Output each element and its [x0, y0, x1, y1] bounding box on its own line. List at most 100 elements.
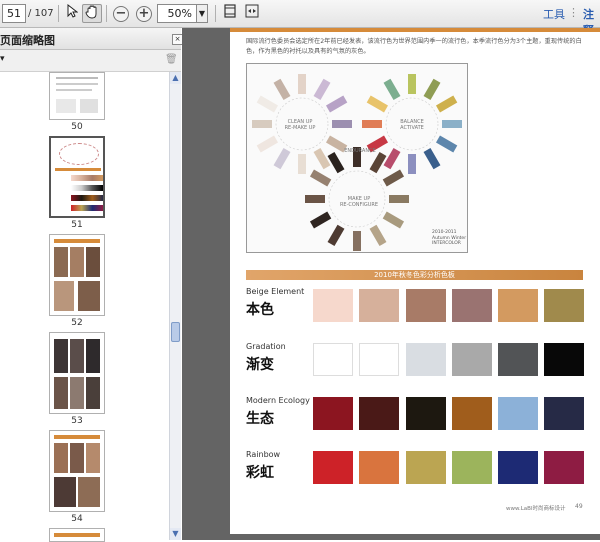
palette-name-zh: 本色: [246, 302, 274, 318]
page-total: / 107: [28, 8, 54, 19]
scroll-up-icon[interactable]: ▲: [170, 72, 181, 84]
section-title: 2010年秋冬色彩分析色板: [374, 271, 455, 279]
wheel-color-strip: [273, 147, 291, 170]
color-swatch: [406, 289, 446, 322]
trash-icon[interactable]: 🗑: [165, 54, 178, 65]
wheel-color-strip: [408, 154, 416, 174]
page-footer: www.LaBl时尚商标设计: [506, 506, 566, 512]
wheel-color-strip: [382, 169, 405, 187]
wheel-color-strip: [383, 147, 401, 170]
thumbnail-page[interactable]: [49, 332, 105, 414]
zoom-level-input[interactable]: 50%: [157, 4, 197, 23]
wheel-color-strip: [423, 78, 441, 101]
wheel-color-strip: [435, 95, 458, 113]
wheel-color-strip: [252, 120, 272, 128]
palette-name-en: Gradation: [246, 342, 286, 351]
thumbnail-scrollbar[interactable]: ▲ ▼: [169, 72, 181, 540]
thumbnail-label: 53: [71, 416, 83, 426]
color-swatch: [452, 343, 492, 376]
wheel-color-strip: [256, 135, 279, 153]
wheel-color-strip: [332, 120, 352, 128]
wheel-color-strip: [369, 151, 387, 174]
wheel-color-strip: [353, 231, 361, 251]
color-swatch: [452, 397, 492, 430]
color-swatch: [406, 343, 446, 376]
color-swatch: [498, 289, 538, 322]
color-swatch: [406, 397, 446, 430]
page-number-input[interactable]: 51: [2, 4, 26, 23]
fit-width-icon[interactable]: [242, 4, 262, 23]
palette-name-zh: 彩虹: [246, 465, 274, 481]
color-wheel-figure: CLEAN UP RE-MAKE UP BALANCE ACTIVATE END…: [246, 63, 468, 253]
wheel-color-strip: [389, 195, 409, 203]
palette-name-zh: 生态: [246, 411, 274, 427]
color-swatch: [452, 289, 492, 322]
document-page: 国际流行色委员会选定所在2年前已经发表，该流行色为世界范围内季一的流行色，本季流…: [230, 28, 600, 534]
thumbnail-label: 51: [71, 220, 83, 230]
wheel-color-strip: [309, 169, 332, 187]
color-swatch: [498, 343, 538, 376]
color-swatch: [313, 343, 353, 376]
zoom-dropdown-chevron-icon[interactable]: ▼: [197, 4, 208, 23]
wheel-color-strip: [408, 74, 416, 94]
toolbar-divider: [215, 5, 216, 22]
thumbnail-page-current[interactable]: [49, 136, 105, 218]
wheel-label-balance: BALANCE ACTIVATE: [400, 119, 424, 131]
wheel-color-strip: [383, 78, 401, 101]
toolbar-divider-dots: ⋮: [568, 6, 579, 19]
toolbar: 51 / 107 − + 50% ▼ 工具 ⋮ 注释: [0, 0, 600, 37]
color-swatch: [359, 451, 399, 484]
zoom-in-icon[interactable]: +: [136, 6, 152, 22]
scroll-down-icon[interactable]: ▼: [170, 528, 181, 540]
color-swatch: [544, 397, 584, 430]
wheel-color-strip: [442, 120, 462, 128]
toolbar-divider: [106, 5, 107, 22]
palette-name-en: Rainbow: [246, 450, 281, 459]
intro-paragraph: 国际流行色委员会选定所在2年前已经发表，该流行色为世界范围内季一的流行色，本季流…: [246, 38, 582, 55]
thumbnail-page[interactable]: [49, 430, 105, 512]
wheel-color-strip: [273, 78, 291, 101]
wheel-color-strip: [256, 95, 279, 113]
wheel-label-remake: MAKE UP RE-CONFIGURE: [339, 196, 379, 208]
hand-tool-icon[interactable]: [82, 4, 102, 23]
color-swatch: [498, 397, 538, 430]
tools-menu-link[interactable]: 工具: [543, 6, 565, 22]
wheel-label-endurance: ENDURANCE: [344, 148, 376, 154]
scroll-thumb[interactable]: [171, 322, 180, 342]
thumbnail-label: 54: [71, 514, 83, 524]
panel-title: 页面缩略图: [0, 34, 55, 47]
panel-toolbar: ▾ 🗑: [0, 50, 181, 72]
season-caption: 2010-2011 Autumn Winter INTERCOLOR: [432, 230, 467, 246]
zoom-out-icon[interactable]: −: [113, 6, 129, 22]
thumbnail-page[interactable]: [49, 72, 105, 120]
color-swatch: [359, 289, 399, 322]
select-cursor-icon[interactable]: [62, 3, 82, 23]
color-swatch: [313, 451, 353, 484]
color-wheel-svg: [252, 74, 462, 251]
thumbnail-page[interactable]: [49, 234, 105, 316]
wheel-color-strip: [369, 224, 387, 247]
color-swatch: [544, 451, 584, 484]
wheel-color-strip: [325, 95, 348, 113]
wheel-color-strip: [327, 224, 345, 247]
fit-page-icon[interactable]: [220, 4, 240, 23]
wheel-color-strip: [423, 147, 441, 170]
wheel-color-strip: [305, 195, 325, 203]
palette-name-en: Modern Ecology: [246, 396, 310, 405]
palette-name-en: Beige Element: [246, 287, 305, 296]
section-title-bar: 2010年秋冬色彩分析色板: [246, 270, 583, 280]
wheel-color-strip: [366, 95, 389, 113]
color-swatch: [544, 343, 584, 376]
wheel-color-strip: [435, 135, 458, 153]
wheel-color-strip: [313, 78, 331, 101]
color-swatch: [544, 289, 584, 322]
wheel-color-strip: [298, 74, 306, 94]
thumbnails-panel: 页面缩略图 × ▾ 🗑 50 51 52 53 54 ▲ ▼: [0, 28, 183, 542]
wheel-color-strip: [382, 211, 405, 229]
wheel-color-strip: [313, 147, 331, 170]
page-top-band: [230, 28, 600, 32]
panel-header: 页面缩略图 ×: [0, 28, 183, 50]
panel-options-icon[interactable]: ▾: [0, 54, 5, 64]
color-swatch: [498, 451, 538, 484]
wheel-color-strip: [298, 154, 306, 174]
